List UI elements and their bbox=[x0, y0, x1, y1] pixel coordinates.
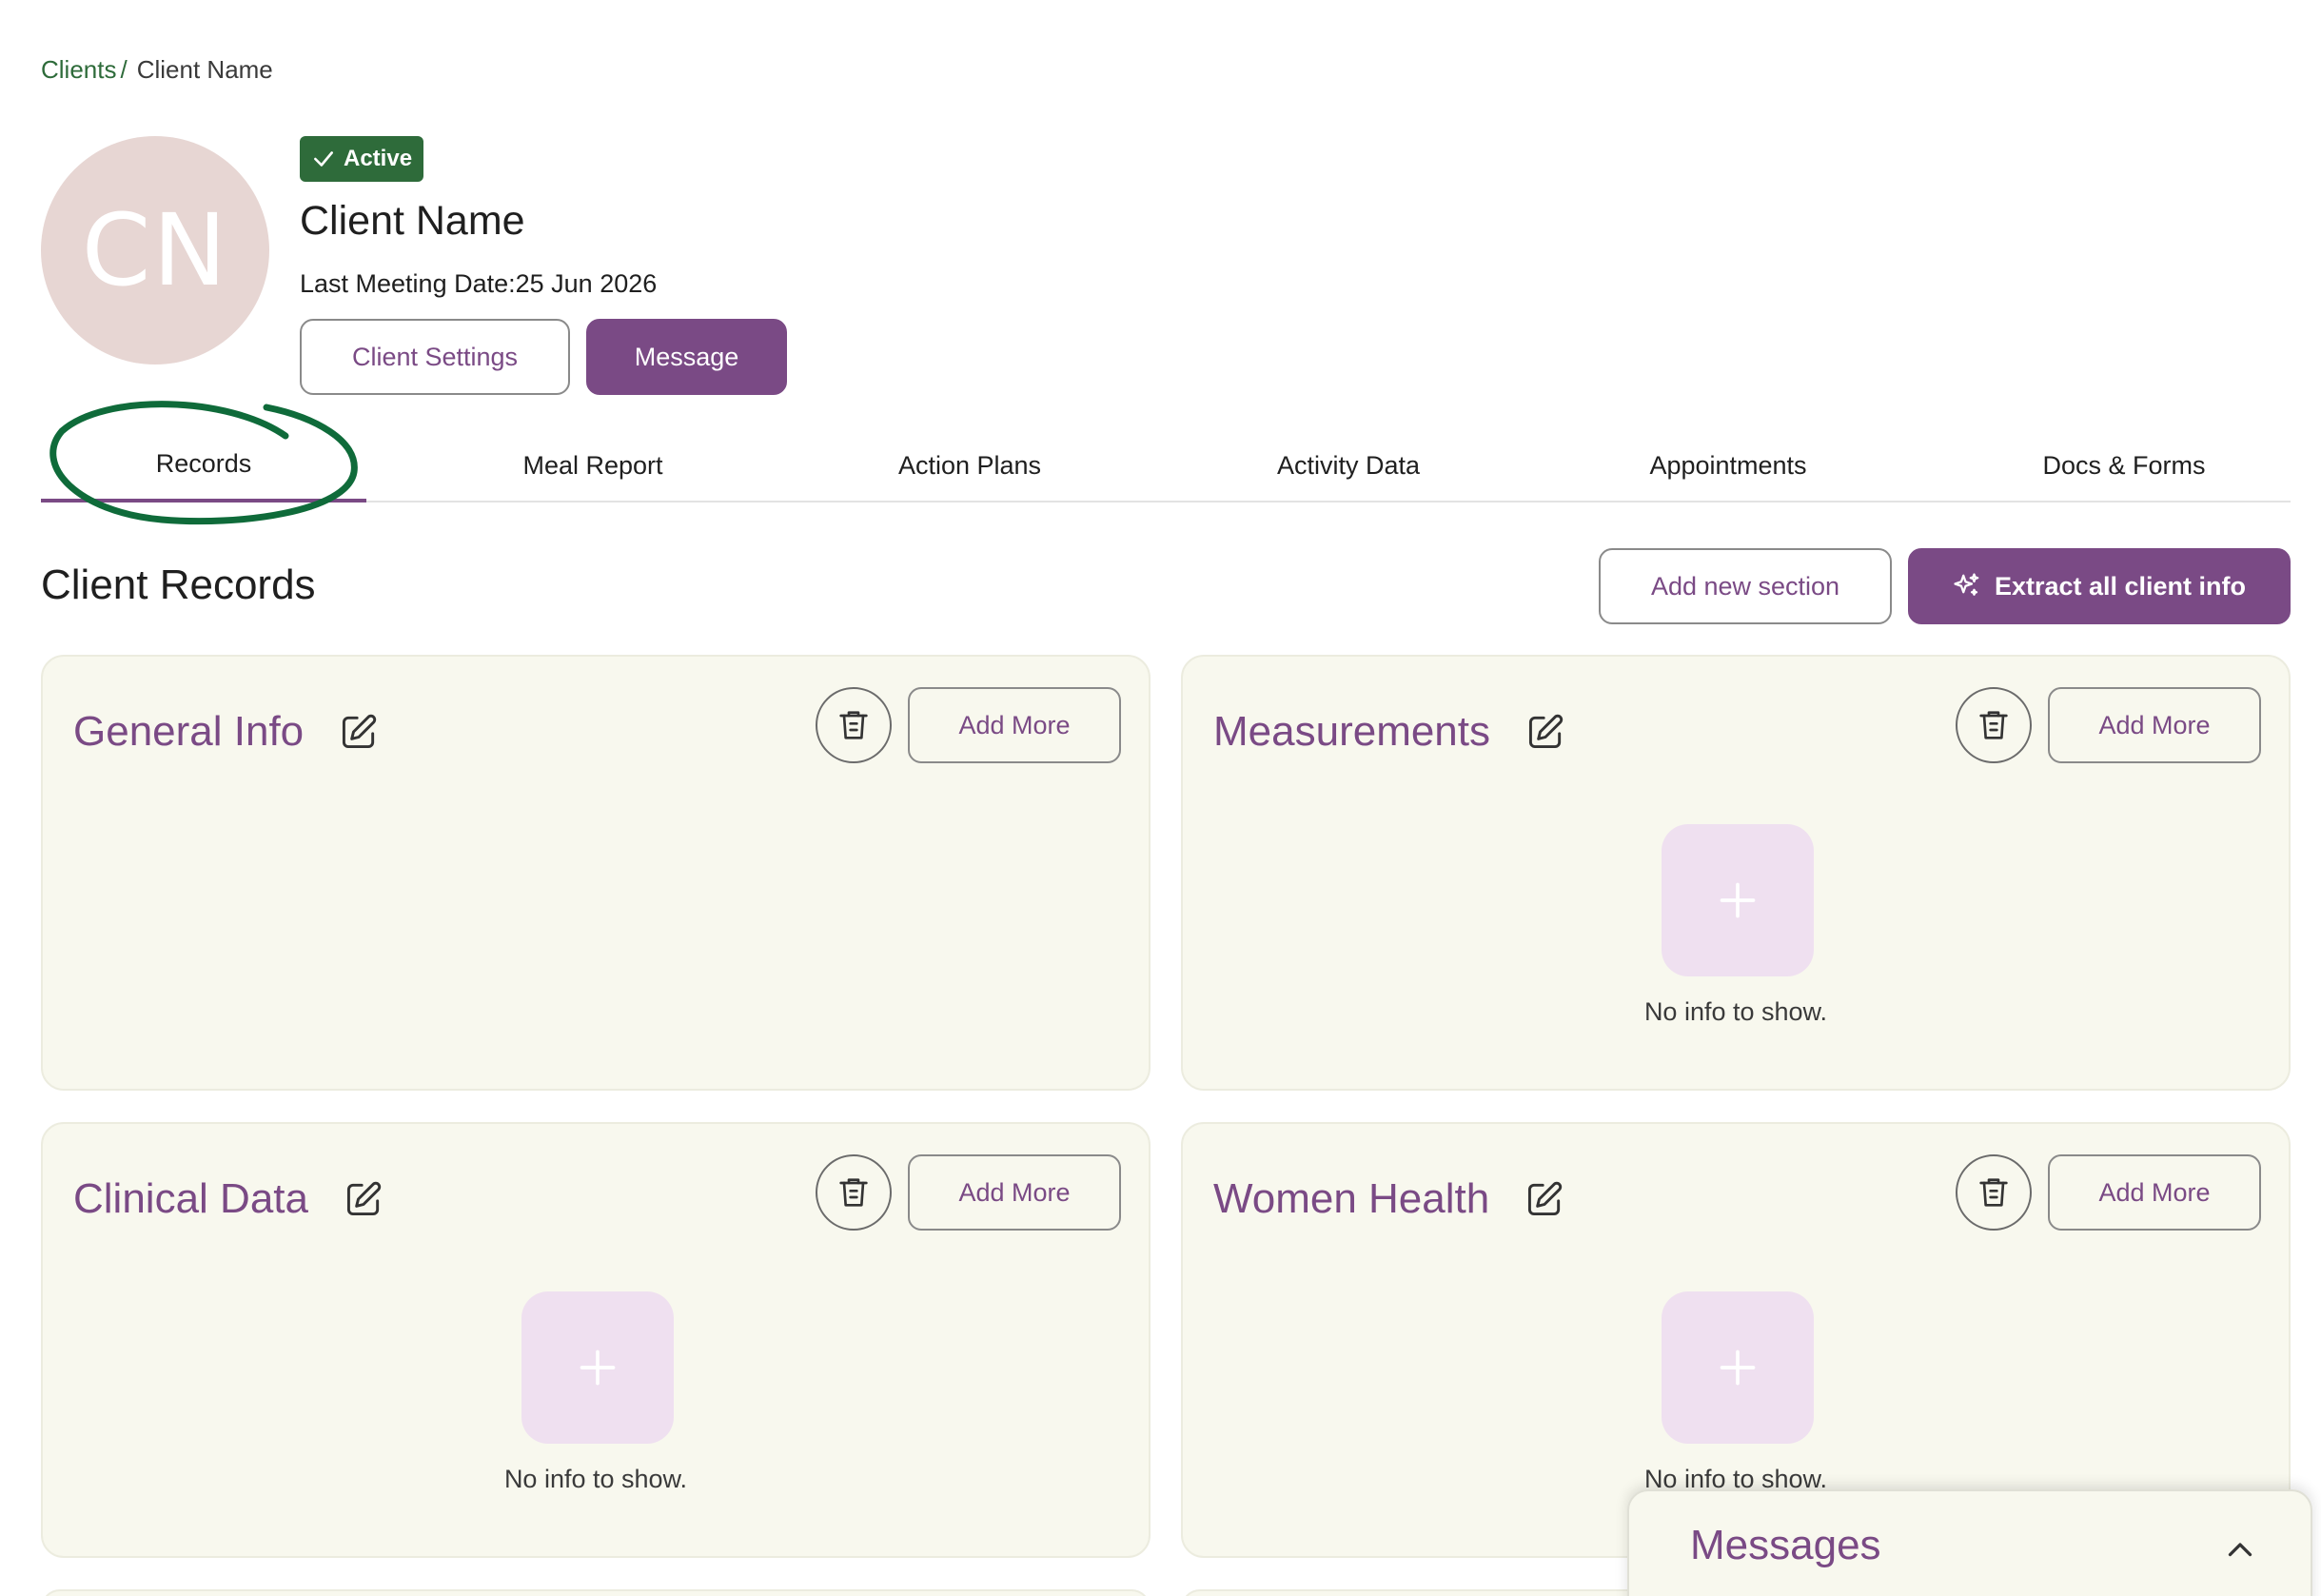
tab-bar: Records Meal Report Action Plans Activit… bbox=[41, 428, 2291, 502]
trash-icon bbox=[1979, 711, 2008, 739]
client-records-title: Client Records bbox=[41, 562, 316, 608]
messages-title: Messages bbox=[1690, 1522, 1881, 1568]
add-entry-tile[interactable] bbox=[1662, 824, 1814, 976]
extract-label: Extract all client info bbox=[1994, 571, 2247, 601]
add-more-button[interactable]: Add More bbox=[908, 687, 1121, 763]
last-meeting-date: Last Meeting Date:25 Jun 2026 bbox=[300, 269, 658, 298]
card-title: General Info bbox=[73, 708, 380, 756]
tab-records[interactable]: Records bbox=[41, 428, 366, 502]
extract-all-client-info-button[interactable]: Extract all client info bbox=[1908, 548, 2291, 624]
add-more-button[interactable]: Add More bbox=[908, 1154, 1121, 1231]
client-settings-button[interactable]: Client Settings bbox=[300, 319, 570, 395]
delete-section-button[interactable] bbox=[816, 687, 892, 763]
check-icon bbox=[314, 151, 333, 167]
tab-appointments[interactable]: Appointments bbox=[1585, 428, 1871, 502]
avatar: CN bbox=[41, 136, 269, 365]
card-title-text: Measurements bbox=[1213, 708, 1491, 755]
edit-icon[interactable] bbox=[343, 1178, 384, 1220]
trash-icon bbox=[839, 1178, 868, 1207]
add-entry-tile[interactable] bbox=[1662, 1291, 1814, 1444]
delete-section-button[interactable] bbox=[816, 1154, 892, 1231]
edit-icon[interactable] bbox=[338, 711, 380, 753]
record-card-clinical-data: Clinical Data Add More No info to show. bbox=[41, 1122, 1151, 1558]
trash-icon bbox=[839, 711, 868, 739]
edit-icon[interactable] bbox=[1524, 711, 1566, 753]
delete-section-button[interactable] bbox=[1956, 1154, 2032, 1231]
plus-icon bbox=[1720, 1350, 1756, 1386]
card-title: Clinical Data bbox=[73, 1175, 384, 1223]
delete-section-button[interactable] bbox=[1956, 687, 2032, 763]
add-new-section-button[interactable]: Add new section bbox=[1599, 548, 1892, 624]
empty-state-text: No info to show. bbox=[1643, 997, 1828, 1026]
client-name: Client Name bbox=[300, 198, 525, 244]
messages-panel[interactable]: Messages bbox=[1627, 1489, 2312, 1596]
add-entry-tile[interactable] bbox=[521, 1291, 674, 1444]
avatar-initials: CN bbox=[81, 192, 229, 308]
record-card-peek bbox=[41, 1589, 1151, 1596]
status-badge: Active bbox=[300, 136, 424, 182]
card-title: Measurements bbox=[1213, 708, 1566, 756]
breadcrumb-current: Client Name bbox=[136, 55, 273, 84]
plus-icon bbox=[1720, 882, 1756, 918]
plus-icon bbox=[580, 1350, 616, 1386]
breadcrumb-clients-link[interactable]: Clients bbox=[41, 55, 116, 84]
breadcrumb: Clients / Client Name bbox=[41, 55, 273, 85]
sparkle-icon bbox=[1954, 573, 1979, 596]
add-more-button[interactable]: Add More bbox=[2048, 687, 2261, 763]
empty-state-text: No info to show. bbox=[503, 1465, 688, 1493]
breadcrumb-separator: / bbox=[120, 55, 128, 84]
record-card-general-info: General Info Add More bbox=[41, 655, 1151, 1091]
tab-meal-report[interactable]: Meal Report bbox=[450, 428, 736, 502]
tab-action-plans[interactable]: Action Plans bbox=[827, 428, 1112, 502]
tab-docs-forms[interactable]: Docs & Forms bbox=[1981, 428, 2267, 502]
trash-icon bbox=[1979, 1178, 2008, 1207]
card-title-text: Clinical Data bbox=[73, 1175, 308, 1222]
tab-activity-data[interactable]: Activity Data bbox=[1206, 428, 1491, 502]
add-more-button[interactable]: Add More bbox=[2048, 1154, 2261, 1231]
record-card-measurements: Measurements Add More No info to show. bbox=[1181, 655, 2291, 1091]
chevron-up-icon[interactable] bbox=[2223, 1533, 2257, 1567]
card-title: Women Health bbox=[1213, 1175, 1565, 1223]
status-label: Active bbox=[344, 146, 413, 171]
edit-icon[interactable] bbox=[1524, 1178, 1565, 1220]
message-button[interactable]: Message bbox=[586, 319, 787, 395]
card-title-text: Women Health bbox=[1213, 1175, 1490, 1222]
card-title-text: General Info bbox=[73, 708, 305, 755]
